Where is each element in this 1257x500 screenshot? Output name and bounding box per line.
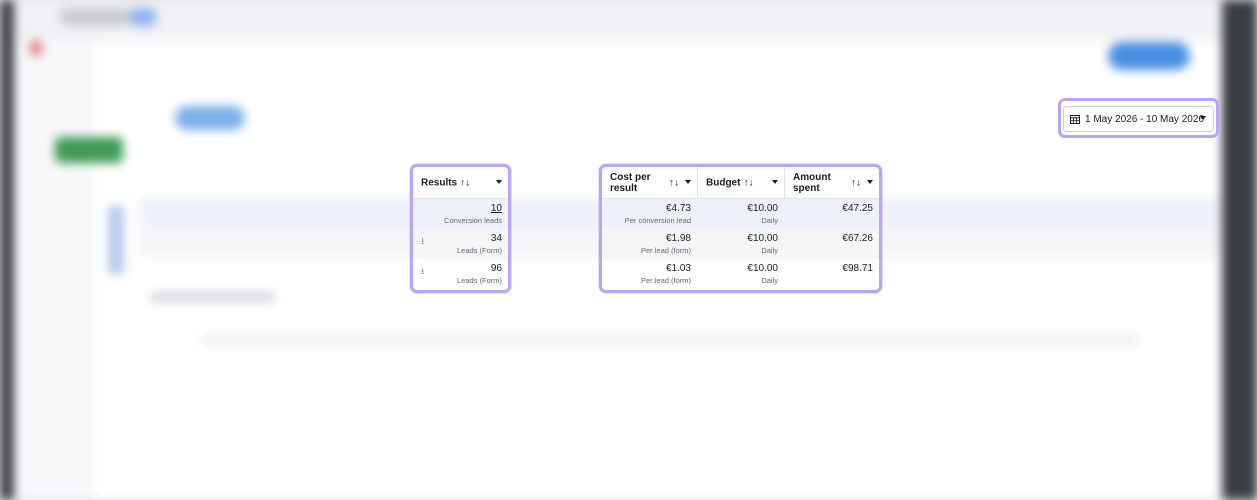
- budget-period: Daily: [761, 276, 778, 285]
- date-range-button[interactable]: 1 May 2026 - 10 May 2026: [1063, 106, 1214, 132]
- amount-spent-value: €47.25: [842, 203, 873, 214]
- amount-spent-label: Amount spent: [793, 171, 831, 194]
- blurred-footer-text: [150, 292, 275, 302]
- table-row[interactable]: 10 Conversion leads: [413, 199, 508, 229]
- table-row[interactable]: €1.03 Per lead (form) €10.00 Daily €98.7…: [602, 259, 879, 289]
- budget-value[interactable]: €10.00: [747, 203, 778, 214]
- chevron-down-icon[interactable]: [496, 180, 502, 184]
- results-value: 34: [490, 233, 502, 244]
- results-value[interactable]: 10: [491, 203, 502, 214]
- cost-basis: Per conversion lead: [624, 216, 691, 225]
- date-range-picker[interactable]: 1 May 2026 - 10 May 2026: [1058, 98, 1219, 138]
- blurred-title: [60, 8, 130, 26]
- amount-spent-value: €67.26: [842, 233, 873, 244]
- chevron-down-icon[interactable]: [772, 180, 778, 184]
- cost-budget-spent-panel: Cost per result ↑↓ Budget ↑↓ Amount spent…: [599, 164, 882, 293]
- cost-per-result-label: Cost per result: [610, 171, 651, 194]
- download-icon[interactable]: ⭳: [421, 234, 424, 250]
- sort-icon[interactable]: ↑↓: [743, 177, 753, 188]
- budget-period: Daily: [761, 246, 778, 255]
- results-header[interactable]: Results ↑↓: [413, 167, 508, 199]
- date-range-label: 1 May 2026 - 10 May 2026: [1085, 113, 1204, 125]
- results-type: Conversion leads: [444, 216, 502, 225]
- sort-icon[interactable]: ↑↓: [851, 177, 861, 188]
- left-edge: [0, 0, 14, 500]
- chevron-down-icon[interactable]: [867, 180, 873, 184]
- download-icon[interactable]: ⭳: [421, 264, 424, 280]
- table-row[interactable]: €4.73 Per conversion lead €10.00 Daily €…: [602, 199, 879, 229]
- blurred-scrollbar: [200, 335, 1140, 345]
- cost-table-header: Cost per result ↑↓ Budget ↑↓ Amount spent…: [602, 167, 879, 199]
- table-row[interactable]: €1.98 Per lead (form) €10.00 Daily €67.2…: [602, 229, 879, 259]
- budget-value[interactable]: €10.00: [747, 233, 778, 244]
- chevron-down-icon[interactable]: [685, 180, 691, 184]
- results-type: Leads (Form): [456, 246, 502, 255]
- results-value: 96: [490, 263, 502, 274]
- blurred-primary-button: [1108, 42, 1190, 70]
- results-header-cell[interactable]: Results ↑↓: [413, 167, 508, 198]
- blurred-toggles: [108, 205, 124, 275]
- budget-header[interactable]: Budget ↑↓: [697, 167, 784, 198]
- results-column-panel: Results ↑↓ 10 Conversion leads ⭳ 34 Leads…: [410, 164, 511, 293]
- budget-label: Budget: [706, 177, 741, 188]
- cost-value: €4.73: [665, 203, 691, 214]
- amount-spent-header[interactable]: Amount spent ↑↓: [784, 167, 879, 198]
- calendar-icon: [1070, 115, 1080, 124]
- sort-icon[interactable]: ↑↓: [669, 177, 679, 188]
- amount-spent-value: €98.71: [842, 263, 873, 274]
- top-bar: [14, 0, 1222, 40]
- cost-per-result-header[interactable]: Cost per result ↑↓: [602, 167, 697, 198]
- sort-icon[interactable]: ↑↓: [460, 178, 470, 189]
- left-rail: [14, 40, 94, 500]
- cost-basis: Per lead (form): [640, 246, 691, 255]
- results-type: Leads (Form): [456, 276, 502, 285]
- blurred-icon: [30, 40, 42, 56]
- results-header-label: Results: [421, 177, 458, 189]
- table-row[interactable]: ⭳ 34 Leads (Form): [413, 229, 508, 259]
- cost-value: €1.03: [665, 263, 691, 274]
- right-edge: [1222, 0, 1257, 500]
- table-row[interactable]: ⭳ 96 Leads (Form): [413, 259, 508, 289]
- cost-basis: Per lead (form): [640, 276, 691, 285]
- chevron-down-icon: [1200, 116, 1206, 120]
- blurred-tab: [175, 106, 245, 130]
- budget-period: Daily: [761, 216, 778, 225]
- blurred-badge: [130, 8, 156, 26]
- blurred-create-button: [55, 137, 123, 163]
- cost-value: €1.98: [665, 233, 691, 244]
- budget-value[interactable]: €10.00: [747, 263, 778, 274]
